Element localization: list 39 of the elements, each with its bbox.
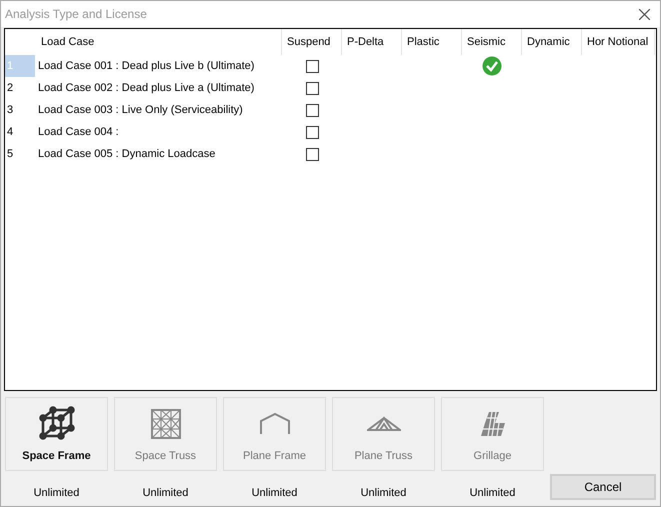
license-label: Unlimited <box>470 486 516 501</box>
analysis-type-button[interactable]: Grillage <box>441 397 544 471</box>
table-cell-text: Load Case 002 : Dead plus Live a (Ultimate) <box>37 80 256 96</box>
analysis-type-button[interactable]: Space Frame <box>5 397 108 471</box>
suspend-checkbox[interactable] <box>306 126 318 138</box>
row-number[interactable]: 3 <box>5 99 35 121</box>
truss-grid-icon <box>150 408 180 438</box>
cube-frame-icon <box>38 406 74 442</box>
column-header: Plastic <box>402 29 462 55</box>
row-number[interactable]: 4 <box>5 121 35 143</box>
column-header: Dynamic <box>522 29 582 55</box>
suspend-checkbox[interactable] <box>306 104 318 116</box>
analysis-type-button[interactable]: Plane Frame <box>223 397 326 471</box>
analysis-type-button[interactable]: Plane Truss <box>332 397 435 471</box>
license-label: Unlimited <box>360 486 406 501</box>
window-title: Analysis Type and License <box>5 6 147 23</box>
suspend-checkbox[interactable] <box>306 148 318 160</box>
table-cell-text: Load Case 003 : Live Only (Serviceability) <box>37 102 244 118</box>
row-number[interactable]: 2 <box>5 77 35 99</box>
table-cell-text: Load Case 005 : Dynamic Loadcase <box>37 146 216 162</box>
column-header: Seismic <box>462 29 522 55</box>
table-cell-text: Load Case 004 : <box>37 124 120 140</box>
column-header: Hor Notional <box>582 29 655 55</box>
grillage-grid-icon <box>478 410 506 436</box>
suspend-checkbox[interactable] <box>306 60 318 72</box>
column-header: Suspend <box>282 29 342 55</box>
suspend-checkbox[interactable] <box>306 82 318 94</box>
cancel-button[interactable]: Cancel <box>550 474 656 500</box>
license-label: Unlimited <box>142 486 188 501</box>
roof-truss-icon <box>366 416 400 432</box>
license-label: Unlimited <box>34 486 80 501</box>
row-number[interactable]: 5 <box>5 143 35 165</box>
close-icon[interactable] <box>639 8 650 20</box>
column-header: Load Case <box>35 29 282 55</box>
portal-frame-icon <box>258 412 290 434</box>
license-label: Unlimited <box>252 486 298 501</box>
column-header: P-Delta <box>342 29 402 55</box>
analysis-type-button[interactable]: Space Truss <box>114 397 217 471</box>
table-cell-text: Load Case 001 : Dead plus Live b (Ultimate) <box>37 58 256 74</box>
